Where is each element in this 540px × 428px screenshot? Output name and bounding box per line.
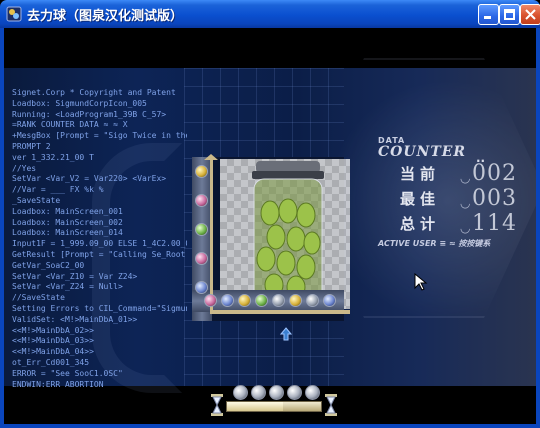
- life-ball: [251, 385, 266, 400]
- rail-ball-yellow: [289, 294, 302, 307]
- console-log-line: SetVar <Var_Z24 = Null>: [12, 282, 123, 292]
- console-log-line: //SaveState: [12, 293, 65, 303]
- counter-label: 最佳: [400, 190, 441, 208]
- console-log-line: ENDWIN:ERR_ABORTION: [12, 379, 104, 388]
- console-log-line: //Yes: [12, 163, 37, 173]
- counter-label: 当前: [400, 165, 441, 183]
- rail-ball-yellow: [238, 294, 251, 307]
- console-log-line: ot_Err_Cd001_345: [12, 357, 90, 367]
- life-ball: [233, 385, 248, 400]
- console-log: Signet.Corp * Copyright and Patent Loadbo…: [12, 88, 187, 388]
- console-log-line: Setting Errors to CIL_Command="Sigmund: [12, 303, 187, 313]
- counter-row-total: 总计 ◡ 114: [400, 211, 530, 239]
- console-log-line: SetVar <Var_Z10 = Var Z24>: [12, 271, 138, 281]
- ball-jar-icon: [252, 161, 324, 306]
- rail-ball-yellow: [195, 165, 208, 178]
- rail-ball-pink: [204, 294, 217, 307]
- window-title: 去力球（图泉汉化测试版）: [27, 9, 184, 24]
- mouse-pointer-icon: [414, 273, 428, 291]
- counter-bracket: ◡: [460, 221, 471, 235]
- console-log-line: GetVar_SoaC2_00: [12, 260, 85, 270]
- hourglass-right-icon: [325, 394, 337, 416]
- console-log-line: //Var = ___ FX %k %: [12, 185, 104, 195]
- minimize-icon: [484, 16, 491, 19]
- game-canvas[interactable]: Signet.Corp * Copyright and Patent Loadbo…: [4, 28, 536, 424]
- gold-rail-vertical: [210, 160, 213, 312]
- rail-ball-blue: [323, 294, 336, 307]
- minimize-button[interactable]: [478, 4, 499, 25]
- counter-value: 114: [472, 211, 517, 236]
- app-icon: [6, 6, 22, 22]
- rail-ball-blue: [221, 294, 234, 307]
- life-ball: [287, 385, 302, 400]
- close-button[interactable]: [520, 4, 540, 25]
- rail-ball-blue: [195, 281, 208, 294]
- life-ball: [269, 385, 284, 400]
- console-log-line: Loadbox: MainScreen_001: [12, 206, 123, 216]
- console-log-line: Loadbox: MainScreen_014: [12, 228, 123, 238]
- counter-value: 002: [472, 161, 517, 186]
- counter-label: 总计: [400, 215, 441, 233]
- timer-bar: [226, 401, 322, 412]
- console-log-line: SetVar <Var_V2 = Var220> <VarEx>: [12, 174, 167, 184]
- console-log-line: _SaveState: [12, 195, 61, 205]
- console-log-line: +MesgBox [Prompt = "Sigo Twice in the Ri…: [12, 131, 187, 141]
- rail-ball-green: [195, 223, 208, 236]
- console-log-line: =RANK COUNTER DATA ≈ ≈ X: [12, 120, 128, 130]
- counter-bracket: ◡: [460, 196, 471, 210]
- title-bar[interactable]: 去力球（图泉汉化测试版）: [0, 0, 540, 28]
- up-arrow-icon[interactable]: [280, 327, 292, 341]
- data-counter: DATA COUNTER .. 当前 ◡ 002 最佳 ◡ 003 总计 ◡ 1…: [376, 136, 526, 286]
- lives-balls: [229, 385, 329, 401]
- rail-ball-pink: [195, 194, 208, 207]
- window-frame-right: [536, 28, 540, 428]
- rail-ball-grey: [272, 294, 285, 307]
- console-log-line: <<M!>MainDbA_04>>: [12, 347, 94, 357]
- rail-ball-green: [255, 294, 268, 307]
- timer-bar-fill: [227, 402, 284, 411]
- rail-ball-pink: [195, 252, 208, 265]
- console-log-line: ERROR = "See SooC1.0SC": [12, 368, 123, 378]
- console-log-line: Signet.Corp * Copyright and Patent: [12, 88, 176, 97]
- window-frame-bottom: [0, 424, 540, 428]
- console-log-line: <<M!>MainDbA_02>>: [12, 325, 94, 335]
- close-icon: [525, 9, 536, 20]
- console-log-line: Loadbox: SigmundCorpIcon_005: [12, 98, 147, 108]
- counter-value: 003: [472, 186, 517, 211]
- console-log-line: PROMPT 2: [12, 141, 51, 151]
- maximize-button[interactable]: [499, 4, 520, 25]
- maximize-icon: [504, 9, 515, 20]
- console-log-line: ver 1_332.21_00 T: [12, 152, 94, 162]
- console-log-line: Loadbox: MainScreen_002: [12, 217, 123, 227]
- counter-header: COUNTER: [378, 144, 467, 160]
- active-user-label: ACTIVE USER ≡ ≈ 按按键系: [378, 239, 491, 248]
- console-log-line: GetResult [Prompt = "Calling Se_Root.int…: [12, 249, 187, 259]
- console-log-line: Input1F = 1_999.09_00 ELSE 1_4C2.00_00: [12, 239, 187, 249]
- hourglass-left-icon: [211, 394, 223, 416]
- console-log-line: ValidSet: <M!>MainDbA_01>>: [12, 314, 138, 324]
- rail-ball-grey: [306, 294, 319, 307]
- life-ball: [305, 385, 320, 400]
- console-log-line: Running: <LoadProgram1_39B C_57>: [12, 109, 167, 119]
- counter-bracket: ◡: [460, 171, 471, 185]
- gold-rail-horizontal: [210, 310, 350, 314]
- console-log-line: <<M!>MainDbA_03>>: [12, 336, 94, 346]
